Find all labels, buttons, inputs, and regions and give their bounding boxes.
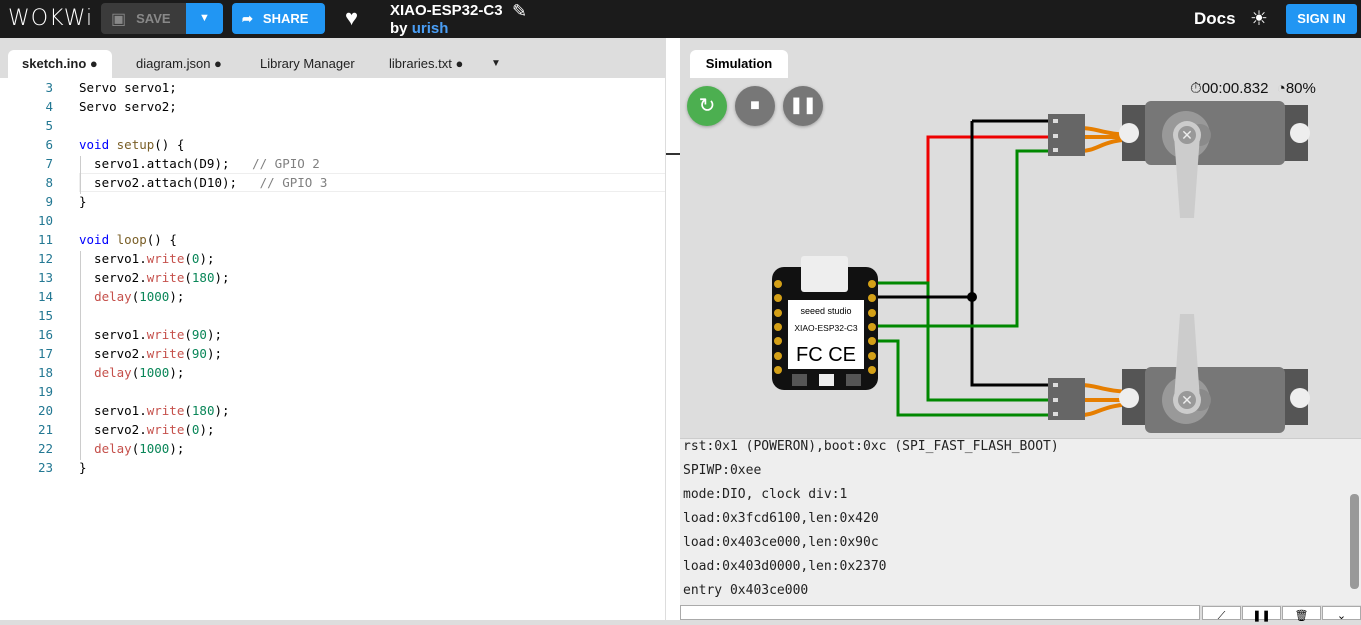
- code-line[interactable]: delay(1000);: [79, 365, 184, 380]
- code-area[interactable]: 3 Servo servo1; 4 Servo servo2; 5 6 void setup…: [0, 78, 678, 620]
- code-line[interactable]: servo1.attach(D9); // GPIO 2: [79, 156, 320, 171]
- serial-line: mode:DIO, clock div:1: [683, 487, 848, 502]
- code-editor-panel: sketch.ino ● diagram.json ● Library Mana…: [0, 38, 678, 620]
- code-line[interactable]: servo1.write(0);: [79, 251, 214, 266]
- editor-scrollbar[interactable]: [665, 38, 680, 620]
- floppy-icon: ▣: [111, 10, 127, 28]
- tab-simulation[interactable]: Simulation: [690, 50, 788, 78]
- xiao-esp32-c3-board: seeed studio XIAO-ESP32-C3 FC CE: [772, 256, 878, 390]
- serial-more-icon[interactable]: ⌄: [1322, 606, 1361, 622]
- serial-line: entry 0x403ce000: [683, 583, 809, 598]
- indent-guide: [80, 156, 81, 194]
- serial-scrollbar[interactable]: [1350, 494, 1359, 589]
- line-number: 18: [37, 365, 53, 380]
- code-line[interactable]: servo2.write(90);: [79, 346, 222, 361]
- wokwi-logo[interactable]: WOKWi: [8, 6, 93, 31]
- line-number: 3: [45, 80, 53, 95]
- project-title: XIAO-ESP32-C3: [390, 2, 503, 19]
- wire-green-3: [870, 339, 1050, 417]
- edit-pencil-icon[interactable]: ✎: [512, 1, 527, 22]
- code-line[interactable]: delay(1000);: [79, 441, 184, 456]
- serial-input[interactable]: [680, 605, 1200, 620]
- serial-line: load:0x403ce000,len:0x90c: [683, 535, 879, 550]
- servo-connector-top: [1048, 114, 1085, 156]
- svg-text:✕: ✕: [1181, 392, 1193, 408]
- line-number: 20: [37, 403, 53, 418]
- docs-link[interactable]: Docs: [1194, 9, 1236, 29]
- tab-libraries-txt[interactable]: libraries.txt ●: [375, 50, 477, 78]
- serial-pause-icon[interactable]: ❚❚: [1242, 606, 1281, 622]
- sign-in-button[interactable]: SIGN IN: [1286, 4, 1357, 34]
- project-author: by urish: [390, 20, 449, 37]
- top-bar: WOKWi ▣ SAVE ▼ ➦ SHARE ♥ XIAO-ESP32-C3 by…: [0, 0, 1361, 38]
- code-line[interactable]: void setup() {: [79, 137, 184, 152]
- board-brand: seeed studio: [800, 306, 851, 316]
- line-number: 23: [37, 460, 53, 475]
- code-line[interactable]: delay(1000);: [79, 289, 184, 304]
- line-number: 21: [37, 422, 53, 437]
- author-link[interactable]: urish: [412, 20, 449, 37]
- line-number: 19: [37, 384, 53, 399]
- trash-icon[interactable]: 🗑: [1282, 606, 1321, 622]
- code-line[interactable]: servo1.write(90);: [79, 327, 222, 342]
- line-number: 16: [37, 327, 53, 342]
- simulation-panel: Simulation ↻ ■ ❚❚ ⏱00:00.832 ◔80% ✕ ✕ se…: [680, 38, 1361, 622]
- line-number: 14: [37, 289, 53, 304]
- code-line[interactable]: }: [79, 194, 87, 209]
- line-number: 12: [37, 251, 53, 266]
- serial-monitor-output[interactable]: rst:0x1 (POWERON),boot:0xc (SPI_FAST_FLA…: [680, 438, 1361, 605]
- wire-red: [870, 135, 1050, 285]
- heart-icon[interactable]: ♥: [345, 5, 358, 31]
- indent-guide: [80, 251, 81, 460]
- editor-tabs: sketch.ino ● diagram.json ● Library Mana…: [0, 38, 665, 78]
- line-number: 4: [45, 99, 53, 114]
- code-line[interactable]: Servo servo2;: [79, 99, 177, 114]
- tab-diagram-json[interactable]: diagram.json ●: [122, 50, 236, 78]
- servo-top: ✕: [1119, 101, 1310, 218]
- serial-line: load:0x3fcd6100,len:0x420: [683, 511, 879, 526]
- line-number: 15: [37, 308, 53, 323]
- code-line[interactable]: servo2.attach(D10); // GPIO 3: [79, 175, 327, 190]
- code-line[interactable]: Servo servo1;: [79, 80, 177, 95]
- theme-sun-icon[interactable]: ☀: [1250, 6, 1268, 31]
- code-line[interactable]: servo2.write(0);: [79, 422, 214, 437]
- line-number: 8: [45, 175, 53, 190]
- line-number: 6: [45, 137, 53, 152]
- code-line[interactable]: servo2.write(180);: [79, 270, 230, 285]
- line-number: 13: [37, 270, 53, 285]
- plotter-icon[interactable]: ⟋: [1202, 606, 1241, 622]
- tab-sketch-ino[interactable]: sketch.ino ●: [8, 50, 112, 78]
- line-number: 22: [37, 441, 53, 456]
- serial-line: rst:0x1 (POWERON),boot:0xc (SPI_FAST_FLA…: [683, 439, 1059, 454]
- line-number: 5: [45, 118, 53, 133]
- serial-line: SPIWP:0xee: [683, 463, 762, 478]
- serial-line: load:0x403d0000,len:0x2370: [683, 559, 887, 574]
- tabs-more-chevron-icon[interactable]: ▼: [477, 50, 515, 78]
- share-button[interactable]: ➦ SHARE: [232, 3, 325, 34]
- code-line[interactable]: servo1.write(180);: [79, 403, 230, 418]
- circuit-diagram[interactable]: ✕ ✕ seeed studio XIAO-ESP32-C3 FC CE: [680, 78, 1361, 438]
- board-certifications: FC CE: [796, 344, 856, 366]
- code-line[interactable]: void loop() {: [79, 232, 177, 247]
- svg-text:✕: ✕: [1181, 127, 1193, 143]
- save-button[interactable]: ▣ SAVE ▼: [101, 3, 223, 34]
- board-label: XIAO-ESP32-C3: [794, 323, 858, 333]
- code-line[interactable]: }: [79, 460, 87, 475]
- share-arrow-icon: ➦: [242, 10, 253, 26]
- line-number: 17: [37, 346, 53, 361]
- servo-connector-bottom: [1048, 378, 1085, 420]
- line-number: 10: [37, 213, 53, 228]
- line-number: 9: [45, 194, 53, 209]
- save-dropdown-button[interactable]: ▼: [186, 3, 223, 34]
- wire-junction: [967, 292, 977, 302]
- tab-library-manager[interactable]: Library Manager: [246, 50, 369, 78]
- wire-green-1: [870, 149, 1050, 328]
- line-number: 11: [37, 232, 53, 247]
- line-number: 7: [45, 156, 53, 171]
- servo-bottom: ✕: [1119, 314, 1310, 433]
